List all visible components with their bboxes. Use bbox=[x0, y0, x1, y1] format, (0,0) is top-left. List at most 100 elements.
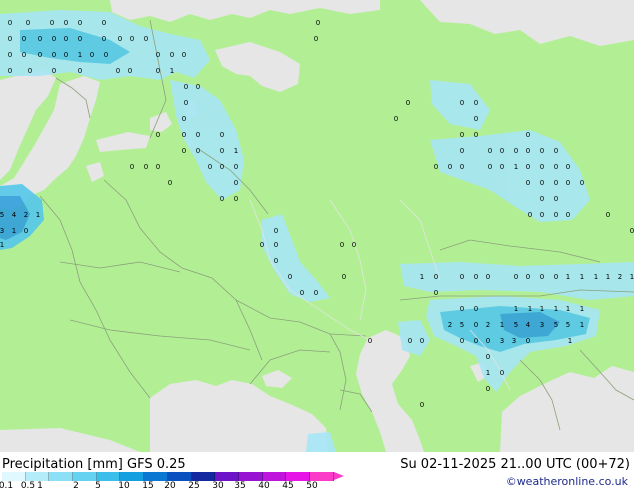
precip-value-marker: 0 bbox=[486, 337, 490, 345]
precip-value-marker: 0 bbox=[460, 273, 464, 281]
precip-value-marker: 0 bbox=[352, 241, 356, 249]
colorbar-segment bbox=[262, 472, 287, 481]
precip-value-marker: 0 bbox=[474, 99, 478, 107]
precip-value-marker: 0 bbox=[406, 99, 410, 107]
precip-value-marker: 0 bbox=[566, 179, 570, 187]
precip-value-marker: 0 bbox=[526, 163, 530, 171]
precip-value-marker: 0 bbox=[514, 273, 518, 281]
map-canvas: 0 0 0 0 0 0 00 0 0 0 0 0 0 0 0 0 00 0 0 0 0 1 0 0 0 0 00 0 0 0 0 0 0 10 00… bbox=[0, 0, 634, 452]
precip-value-marker: 0 bbox=[118, 35, 122, 43]
colorbar-arrow bbox=[333, 472, 344, 480]
precip-value-marker: 0 bbox=[474, 131, 478, 139]
colorbar-segment bbox=[167, 472, 192, 481]
precip-value-marker: 2 bbox=[486, 321, 490, 329]
precip-value-marker: 0 bbox=[500, 147, 504, 155]
precip-value-marker: 0 bbox=[514, 147, 518, 155]
precip-value-marker: 0 bbox=[420, 401, 424, 409]
colorbar-segment bbox=[120, 472, 145, 481]
precip-value-marker: 0 bbox=[234, 195, 238, 203]
precip-colorbar bbox=[2, 472, 344, 481]
precip-value-marker: 0 bbox=[130, 35, 134, 43]
precip-value-marker: 0 bbox=[526, 273, 530, 281]
precip-value-marker: 0 bbox=[474, 337, 478, 345]
precip-value-marker: 0 bbox=[408, 337, 412, 345]
precip-value-marker: 0 bbox=[52, 35, 56, 43]
precip-value-marker: 0 bbox=[460, 131, 464, 139]
precip-value-marker: 3 bbox=[512, 337, 516, 345]
precip-value-marker: 0 bbox=[50, 19, 54, 27]
precip-value-marker: 1 bbox=[566, 305, 570, 313]
precip-value-marker: 1 bbox=[594, 273, 598, 281]
precip-value-marker: 1 bbox=[420, 273, 424, 281]
precip-value-marker: 0 bbox=[526, 131, 530, 139]
precip-value-marker: 0 bbox=[8, 67, 12, 75]
precip-value-marker: 5 bbox=[514, 321, 518, 329]
colorbar-segment bbox=[2, 472, 26, 481]
precip-value-marker: 1 bbox=[514, 305, 518, 313]
precip-value-marker: 0 bbox=[196, 147, 200, 155]
precip-value-marker: 5 bbox=[566, 321, 570, 329]
precip-value-marker: 0 bbox=[500, 163, 504, 171]
precip-value-marker: 0 bbox=[128, 67, 132, 75]
precip-value-marker: 0 bbox=[340, 241, 344, 249]
precip-value-marker: 0 bbox=[196, 83, 200, 91]
precip-value-marker: 0 bbox=[488, 147, 492, 155]
precip-value-marker: 0 bbox=[434, 289, 438, 297]
precip-value-marker: 0 bbox=[540, 147, 544, 155]
precip-value-marker: 1 bbox=[234, 147, 238, 155]
precip-value-marker: 0 bbox=[554, 147, 558, 155]
colorbar-segment bbox=[73, 472, 97, 481]
precip-value-marker: 3 bbox=[0, 227, 4, 235]
precip-value-marker: 0 bbox=[38, 35, 42, 43]
precip-value-marker: 1 bbox=[566, 273, 570, 281]
precip-value-marker: 0 bbox=[434, 273, 438, 281]
precip-value-marker: 0 bbox=[566, 211, 570, 219]
precip-value-marker: 0 bbox=[220, 195, 224, 203]
map-footer: Precipitation [mm] GFS 0.25 Su 02-11-202… bbox=[0, 452, 634, 491]
precip-value-marker: 0 bbox=[182, 131, 186, 139]
precip-value-marker: 0 bbox=[316, 19, 320, 27]
precip-value-marker: 0 bbox=[474, 321, 478, 329]
colorbar-segment bbox=[96, 472, 121, 481]
precip-value-marker: 1 bbox=[630, 273, 634, 281]
colorbar-segment bbox=[238, 472, 263, 481]
precip-value-marker: 1 bbox=[580, 305, 584, 313]
precip-value-marker: 0 bbox=[64, 19, 68, 27]
precip-value-marker: 5 bbox=[0, 211, 4, 219]
precip-value-marker: 2 bbox=[448, 321, 452, 329]
precip-value-marker: 0 bbox=[486, 385, 490, 393]
precip-value-marker: 4 bbox=[12, 211, 17, 219]
precip-value-marker: 0 bbox=[220, 131, 224, 139]
precip-value-marker: 0 bbox=[182, 147, 186, 155]
precip-value-marker: 0 bbox=[52, 51, 56, 59]
precip-value-marker: 0 bbox=[554, 179, 558, 187]
precip-value-marker: 0 bbox=[234, 163, 238, 171]
precip-value-marker: 1 bbox=[568, 337, 572, 345]
precip-value-marker: 3 bbox=[500, 337, 504, 345]
precip-value-marker: 1 bbox=[540, 305, 544, 313]
precip-value-marker: 0 bbox=[24, 227, 28, 235]
precip-value-marker: 1 bbox=[500, 321, 504, 329]
precip-value-marker: 1 bbox=[554, 305, 558, 313]
precip-value-marker: 0 bbox=[78, 35, 82, 43]
precip-value-marker: 0 bbox=[156, 131, 160, 139]
precip-value-marker: 0 bbox=[8, 51, 12, 59]
precip-value-marker: 0 bbox=[554, 211, 558, 219]
precip-value-marker: 0 bbox=[8, 35, 12, 43]
precip-value-marker: 0 bbox=[540, 163, 544, 171]
precip-value-marker: 0 bbox=[28, 67, 32, 75]
precip-value-marker: 0 bbox=[566, 163, 570, 171]
precip-value-marker: 1 bbox=[606, 273, 610, 281]
precip-value-marker: 1 bbox=[514, 163, 518, 171]
precip-value-marker: 1 bbox=[528, 305, 532, 313]
precip-value-marker: 0 bbox=[474, 273, 478, 281]
precip-value-marker: 1 bbox=[0, 241, 4, 249]
valid-time: Su 02-11-2025 21..00 UTC (00+72) bbox=[400, 457, 630, 472]
precip-value-marker: 0 bbox=[182, 115, 186, 123]
precip-value-marker: 0 bbox=[170, 51, 174, 59]
precip-value-marker: 0 bbox=[460, 99, 464, 107]
precip-value-marker: 0 bbox=[274, 257, 278, 265]
precip-value-marker: 0 bbox=[474, 115, 478, 123]
precip-value-marker: 0 bbox=[486, 353, 490, 361]
colorbar-segment bbox=[309, 472, 334, 481]
